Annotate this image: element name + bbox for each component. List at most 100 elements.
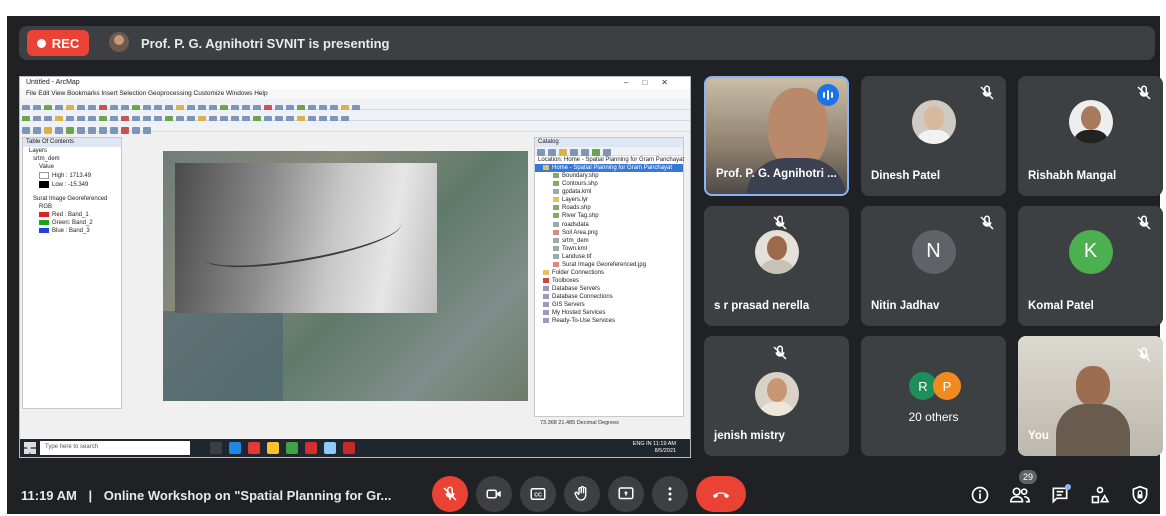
catalog-item[interactable]: Boundary.shp: [535, 172, 683, 180]
leave-call-button[interactable]: [696, 476, 746, 512]
toc-row[interactable]: Layers: [23, 147, 121, 155]
catalog-item-label: Toolboxes: [552, 278, 580, 285]
edge-icon[interactable]: [229, 442, 241, 454]
people-button[interactable]: [1009, 484, 1031, 506]
mic-off-icon: [980, 215, 994, 230]
others-tile[interactable]: R P 20 others: [861, 336, 1006, 456]
present-screen-button[interactable]: [608, 476, 644, 512]
catalog-location[interactable]: Location: Home - Spatial Planning for Gr…: [535, 156, 684, 164]
toc-row-label: Green: Band_2: [52, 220, 93, 227]
more-vert-icon: [668, 487, 672, 501]
catalog-item-label: Ready-To-Use Services: [552, 318, 616, 325]
activities-button[interactable]: [1089, 484, 1111, 506]
arcmap-toolbar: [20, 121, 690, 134]
arcmap-icon[interactable]: [324, 442, 336, 454]
activities-icon: [1091, 486, 1110, 504]
shared-screen[interactable]: Untitled - ArcMap –□✕ File Edit View Boo…: [19, 76, 691, 458]
catalog-item[interactable]: GIS Servers: [535, 301, 683, 309]
catalog-item[interactable]: Database Servers: [535, 285, 683, 293]
others-count-label: 20 others: [908, 410, 959, 424]
meeting-details-button[interactable]: [969, 484, 991, 506]
catalog-toolbar: [535, 147, 683, 156]
catalog-item[interactable]: River Tag.shp: [535, 212, 683, 220]
toc-row: Red : Band_1: [23, 211, 121, 219]
catalog-item-label: Landuse.tif: [562, 253, 592, 260]
catalog-item[interactable]: Folder Connections: [535, 269, 683, 277]
raise-hand-button[interactable]: [564, 476, 600, 512]
mic-off-icon: [1137, 215, 1151, 230]
participant-avatar: [911, 99, 956, 144]
catalog-item[interactable]: roadsdata: [535, 221, 683, 229]
window-controls-icon: –□✕: [624, 78, 682, 87]
participant-tile[interactable]: s r prasad nerella: [704, 206, 849, 326]
people-count-badge: 29: [1019, 470, 1037, 484]
participant-tile[interactable]: K Komal Patel: [1018, 206, 1163, 326]
catalog-item[interactable]: Layers.lyr: [535, 196, 683, 204]
chat-button[interactable]: [1049, 484, 1071, 506]
taskbar-date: 8/5/2021: [654, 448, 676, 454]
mic-off-icon: [1137, 85, 1151, 100]
participant-tile[interactable]: Dinesh Patel: [861, 76, 1006, 196]
arcmap-status-bar: 73.368 21.485 Decimal Degrees: [540, 420, 619, 426]
catalog-item[interactable]: Ready-To-Use Services: [535, 317, 683, 325]
participant-name: Dinesh Patel: [871, 170, 941, 182]
catalog-item[interactable]: My Hosted Services: [535, 309, 683, 317]
opera-icon[interactable]: [248, 442, 260, 454]
participant-tile[interactable]: N Nitin Jadhav: [861, 206, 1006, 326]
catalog-item[interactable]: Surat Image Georeferenced.jpg: [535, 261, 683, 269]
mic-off-icon: [1137, 347, 1151, 362]
host-controls-button[interactable]: [1129, 484, 1151, 506]
speaking-indicator-icon: [817, 84, 839, 106]
catalog-item-label: Database Servers: [552, 286, 601, 293]
toc-row[interactable]: srtm_dem: [23, 155, 121, 163]
hang-up-icon: [712, 492, 730, 499]
camera-toggle-button[interactable]: [476, 476, 512, 512]
mic-off-icon: [773, 345, 787, 360]
catalog-item-label: My Hosted Services: [552, 310, 606, 317]
record-dot-icon: [36, 38, 46, 48]
participant-avatar: [754, 229, 799, 274]
powerpoint-icon[interactable]: [305, 442, 317, 454]
catalog-item-label: Contours.shp: [562, 181, 598, 188]
catalog-item[interactable]: gpdata.kml: [535, 188, 683, 196]
toc-row[interactable]: Surat Image Georeferenced: [23, 195, 121, 203]
catalog-item[interactable]: Toolboxes: [535, 277, 683, 285]
info-icon: [971, 486, 989, 504]
participant-tile-self[interactable]: You: [1018, 336, 1163, 456]
participant-tile[interactable]: jenish mistry: [704, 336, 849, 456]
more-options-button[interactable]: [652, 476, 688, 512]
catalog-item[interactable]: Landuse.tif: [535, 253, 683, 261]
task-view-icon[interactable]: [210, 442, 222, 454]
catalog-item[interactable]: Database Connections: [535, 293, 683, 301]
mic-off-icon: [443, 486, 457, 501]
meeting-info: 11:19 AM | Online Workshop on "Spatial P…: [21, 488, 391, 503]
present-icon: [618, 487, 634, 500]
catalog-item[interactable]: Home - Spatial Planning for Gram Panchay…: [535, 164, 683, 173]
toc-row-label: High : 1713.49: [52, 173, 92, 180]
others-avatars: R P: [909, 372, 961, 400]
map-view[interactable]: [163, 151, 528, 401]
acrobat-icon[interactable]: [343, 442, 355, 454]
file-explorer-icon[interactable]: [267, 442, 279, 454]
windows-start-icon[interactable]: [24, 442, 36, 454]
table-of-contents: Table Of Contents Layers srtm_dem Value …: [22, 137, 122, 409]
catalog-item[interactable]: srtm_dem: [535, 237, 683, 245]
catalog-item[interactable]: Soil Area.png: [535, 229, 683, 237]
catalog-item[interactable]: Town.kml: [535, 245, 683, 253]
catalog-item-label: gpdata.kml: [562, 189, 592, 196]
catalog-item[interactable]: Roads.shp: [535, 204, 683, 212]
catalog-panel: Catalog Location: Home - Spatial Plannin…: [534, 137, 684, 417]
captions-button[interactable]: CC: [520, 476, 556, 512]
mic-toggle-button[interactable]: [432, 476, 468, 512]
meeting-time: 11:19 AM: [21, 488, 77, 503]
presenting-text: Prof. P. G. Agnihotri SVNIT is presentin…: [141, 36, 390, 51]
catalog-item[interactable]: Contours.shp: [535, 180, 683, 188]
catalog-title: Catalog: [535, 138, 683, 147]
taskbar-search-input[interactable]: Type here to search: [40, 441, 190, 455]
participant-tile[interactable]: Rishabh Mangal: [1018, 76, 1163, 196]
participant-initial-avatar: N: [911, 229, 956, 274]
catalog-item-label: Home - Spatial Planning for Gram Panchay…: [552, 165, 673, 172]
participant-tile-presenter[interactable]: Prof. P. G. Agnihotri ...: [704, 76, 849, 196]
chrome-icon[interactable]: [286, 442, 298, 454]
toc-title: Table Of Contents: [23, 138, 121, 147]
